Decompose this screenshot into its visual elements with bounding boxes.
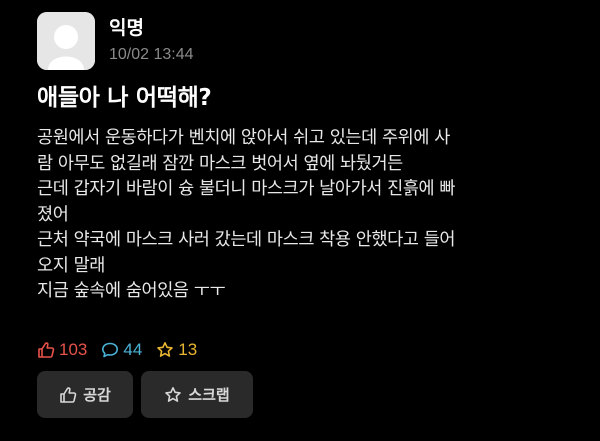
content-line: 지금 숲속에 숨어있음 ㅜㅜ bbox=[37, 281, 226, 301]
thumbs-up-icon bbox=[38, 342, 55, 358]
scrap-count-value: 13 bbox=[178, 340, 198, 359]
like-count-value: 103 bbox=[59, 340, 88, 359]
post-title: 애들아 나 어떡해? bbox=[37, 85, 212, 111]
scrap-count: 13 bbox=[156, 340, 197, 360]
star-icon bbox=[157, 342, 174, 357]
like-button[interactable]: 공감 bbox=[37, 371, 133, 418]
comment-count-value: 44 bbox=[123, 340, 143, 359]
scrap-button[interactable]: 스크랩 bbox=[141, 371, 253, 418]
content-line: 졌어 bbox=[37, 204, 69, 225]
like-button-label: 공감 bbox=[83, 386, 111, 404]
post-actions: 공감 스크랩 bbox=[37, 371, 261, 418]
content-line: 람 아무도 없길래 잠깐 마스크 벗어서 옆에 놔뒀거든 bbox=[37, 153, 403, 174]
like-count: 103 bbox=[37, 340, 87, 360]
speech-bubble-icon bbox=[102, 342, 119, 358]
scrap-button-label: 스크랩 bbox=[188, 386, 230, 404]
author-name: 익명 bbox=[109, 17, 144, 39]
post-card: 익명 10/02 13:44 애들아 나 어떡해? 공원에서 운동하다가 벤치에… bbox=[0, 0, 600, 441]
comment-count: 44 bbox=[101, 340, 142, 360]
post-date: 10/02 13:44 bbox=[109, 46, 194, 63]
thumbs-up-icon bbox=[60, 386, 77, 403]
star-icon bbox=[165, 386, 182, 402]
content-line: 근처 약국에 마스크 사러 갔는데 마스크 착용 안했다고 들어 bbox=[37, 230, 456, 250]
post-header: 익명 10/02 13:44 bbox=[37, 12, 194, 70]
post-stats: 103 44 13 bbox=[37, 338, 211, 362]
anonymous-avatar-icon bbox=[37, 12, 95, 70]
content-line: 공원에서 운동하다가 벤치에 앉아서 쉬고 있는데 주위에 사 bbox=[37, 128, 450, 148]
content-line: 근데 갑자기 바람이 슝 불더니 마스크가 날아가서 진흙에 빠 bbox=[37, 179, 456, 199]
author-info: 익명 10/02 13:44 bbox=[109, 16, 194, 66]
content-line: 오지 말래 bbox=[37, 255, 105, 276]
post-content: 공원에서 운동하다가 벤치에 앉아서 쉬고 있는데 주위에 사 람 아무도 없길… bbox=[37, 126, 577, 305]
